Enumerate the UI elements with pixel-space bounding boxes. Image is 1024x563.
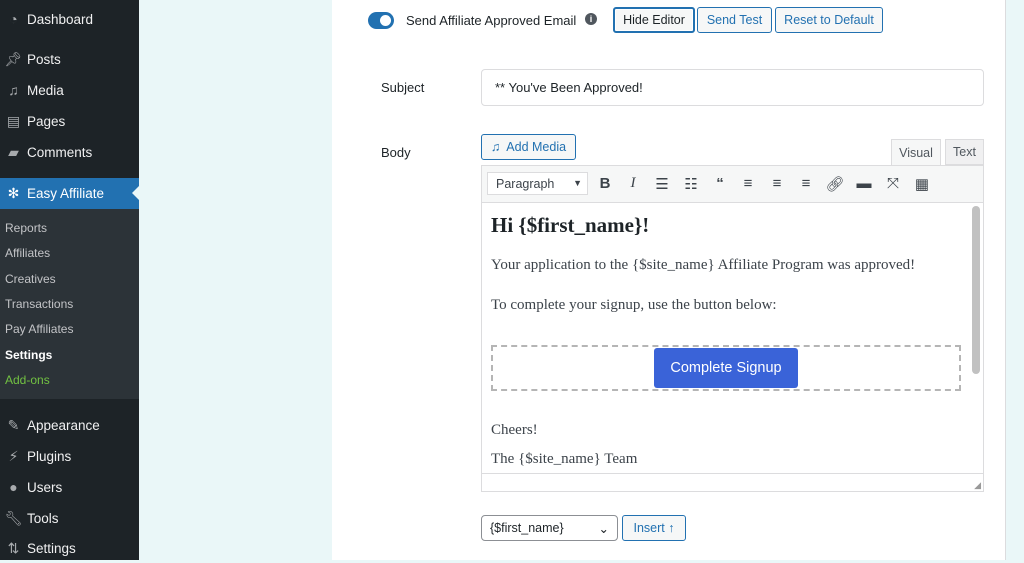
easy-affiliate-submenu: Reports Affiliates Creatives Transaction… bbox=[0, 209, 139, 399]
numbered-list-icon[interactable]: ☷ bbox=[681, 175, 701, 193]
dashboard-icon: ◔ bbox=[9, 11, 18, 27]
media-icon: ♫ bbox=[8, 82, 19, 98]
media-icon: ♫ bbox=[490, 140, 501, 154]
submenu-pay-affiliates[interactable]: Pay Affiliates bbox=[5, 322, 73, 336]
menu-posts[interactable]: 📌︎ Posts bbox=[0, 44, 139, 74]
format-select[interactable]: Paragraph ▼ bbox=[487, 172, 588, 195]
menu-easy-affiliate[interactable]: ✻ Easy Affiliate bbox=[0, 178, 139, 209]
email-paragraph-1: Your application to the {$site_name} Aff… bbox=[491, 257, 916, 273]
fullscreen-icon[interactable]: ⤧ bbox=[883, 175, 903, 192]
menu-dashboard[interactable]: ◔ Dashboard bbox=[0, 4, 139, 34]
pin-icon: 📌︎ bbox=[4, 50, 23, 67]
reset-default-button[interactable]: Reset to Default bbox=[775, 7, 883, 33]
blockquote-icon[interactable]: “ bbox=[710, 175, 730, 192]
italic-icon[interactable]: I bbox=[623, 175, 643, 192]
menu-users[interactable]: ● Users bbox=[0, 472, 139, 502]
editor-statusbar: ◢ bbox=[482, 473, 983, 491]
align-left-icon[interactable]: ≡ bbox=[738, 175, 758, 192]
subject-label: Subject bbox=[381, 80, 425, 95]
editor-scrollbar[interactable] bbox=[972, 206, 980, 374]
chevron-down-icon: ⌄ bbox=[598, 522, 609, 536]
email-paragraph-2: To complete your signup, use the button … bbox=[491, 297, 777, 313]
menu-pages[interactable]: ▤ Pages bbox=[0, 106, 139, 136]
submenu-settings[interactable]: Settings bbox=[5, 348, 52, 362]
send-email-label: Send Affiliate Approved Email bbox=[406, 13, 577, 28]
wrench-icon: 🔧︎ bbox=[4, 509, 23, 526]
menu-comments[interactable]: ▰ Comments bbox=[0, 137, 139, 167]
tab-text[interactable]: Text bbox=[945, 139, 984, 165]
send-test-button[interactable]: Send Test bbox=[697, 7, 772, 33]
align-right-icon[interactable]: ≡ bbox=[796, 175, 816, 192]
submenu-add-ons[interactable]: Add-ons bbox=[5, 373, 50, 387]
complete-signup-button[interactable]: Complete Signup bbox=[654, 348, 798, 388]
menu-plugins[interactable]: ⚡︎ Plugins bbox=[0, 441, 139, 471]
info-icon[interactable]: i bbox=[585, 13, 597, 25]
add-media-button[interactable]: ♫ Add Media bbox=[481, 134, 576, 160]
menu-settings[interactable]: ⇅ Settings bbox=[0, 533, 139, 563]
resize-handle-icon[interactable]: ◢ bbox=[974, 480, 981, 491]
insert-button[interactable]: Insert ↑ bbox=[622, 515, 686, 541]
admin-sidebar: ◔ Dashboard 📌︎ Posts ♫ Media ▤ Pages ▰ Commen… bbox=[0, 0, 139, 560]
plugin-icon: ⚡︎ bbox=[8, 447, 19, 464]
chevron-down-icon: ▼ bbox=[573, 178, 582, 188]
brush-icon: ✎ bbox=[7, 416, 20, 433]
menu-appearance[interactable]: ✎ Appearance bbox=[0, 410, 139, 440]
link-icon[interactable]: 🔗︎ bbox=[825, 175, 845, 193]
user-icon: ● bbox=[9, 479, 18, 495]
send-email-toggle[interactable] bbox=[368, 12, 394, 29]
submenu-creatives[interactable]: Creatives bbox=[5, 272, 56, 286]
body-label: Body bbox=[381, 145, 411, 160]
comment-icon: ▰ bbox=[8, 143, 19, 160]
bullet-list-icon[interactable]: ☰ bbox=[652, 175, 672, 193]
email-signoff: The {$site_name} Team bbox=[491, 451, 638, 467]
menu-media[interactable]: ♫ Media bbox=[0, 75, 139, 105]
pages-icon: ▤ bbox=[6, 112, 21, 129]
settings-icon: ⇅ bbox=[7, 539, 20, 556]
tab-visual[interactable]: Visual bbox=[891, 139, 941, 166]
read-more-icon[interactable]: ▬ bbox=[854, 175, 874, 192]
easy-affiliate-icon: ✻ bbox=[7, 185, 20, 201]
variable-select[interactable]: {$first_name} ⌄ bbox=[481, 515, 618, 541]
subject-input[interactable]: ** You've Been Approved! bbox=[481, 69, 984, 106]
submenu-affiliates[interactable]: Affiliates bbox=[5, 246, 50, 260]
bold-icon[interactable]: B bbox=[595, 175, 615, 192]
submenu-reports[interactable]: Reports bbox=[5, 221, 47, 235]
hide-editor-button[interactable]: Hide Editor bbox=[613, 7, 695, 33]
email-cheers: Cheers! bbox=[491, 422, 538, 438]
email-heading: Hi {$first_name}! bbox=[491, 213, 650, 237]
menu-tools[interactable]: 🔧︎ Tools bbox=[0, 503, 139, 533]
toolbar-toggle-icon[interactable]: ▦ bbox=[912, 175, 932, 193]
align-center-icon[interactable]: ≡ bbox=[767, 175, 787, 192]
submenu-transactions[interactable]: Transactions bbox=[5, 297, 73, 311]
